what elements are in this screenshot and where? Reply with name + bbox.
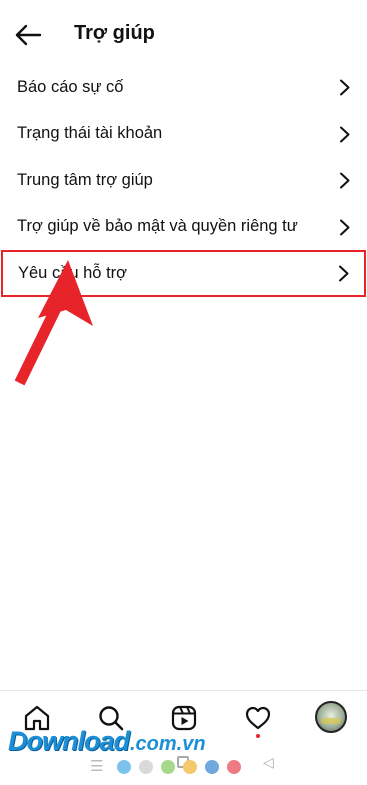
chevron-right-icon — [339, 265, 349, 282]
activity-notification-dot — [256, 734, 260, 738]
watermark-dot — [117, 760, 131, 774]
menu-item-label: Trạng thái tài khoản — [17, 124, 163, 143]
menu-item-report-problem[interactable]: Báo cáo sự cố — [0, 64, 367, 111]
heart-icon — [245, 706, 271, 730]
menu-item-account-status[interactable]: Trạng thái tài khoản — [0, 111, 367, 158]
recent-apps-icon[interactable]: ☰ — [90, 757, 103, 775]
page-title: Trợ giúp — [74, 22, 155, 44]
menu-item-help-center[interactable]: Trung tâm trợ giúp — [0, 157, 367, 204]
menu-item-privacy-security-help[interactable]: Trợ giúp về bảo mật và quyền riêng tư — [0, 204, 367, 251]
menu-item-label: Báo cáo sự cố — [17, 77, 124, 96]
chevron-right-icon — [340, 79, 350, 96]
watermark-dot — [183, 760, 197, 774]
chevron-right-icon — [340, 172, 350, 189]
system-navigation-bar: ☰ ◁ — [0, 752, 367, 785]
annotation-arrow-icon — [14, 260, 93, 386]
menu-item-label: Trung tâm trợ giúp — [17, 170, 153, 189]
chevron-right-icon — [340, 126, 350, 142]
chevron-right-icon — [340, 219, 350, 235]
watermark-dot — [205, 760, 219, 774]
watermark-dot — [227, 760, 241, 774]
system-back-icon[interactable]: ◁ — [263, 754, 274, 771]
watermark-dot — [161, 760, 175, 774]
back-button[interactable] — [12, 20, 46, 50]
profile-avatar[interactable] — [315, 701, 347, 733]
menu-item-label: Trợ giúp về bảo mật và quyền riêng tư — [17, 217, 298, 236]
watermark-dot — [139, 760, 153, 774]
nav-activity[interactable] — [243, 703, 273, 733]
header: Trợ giúp — [0, 0, 367, 68]
arrow-left-icon — [15, 24, 42, 46]
